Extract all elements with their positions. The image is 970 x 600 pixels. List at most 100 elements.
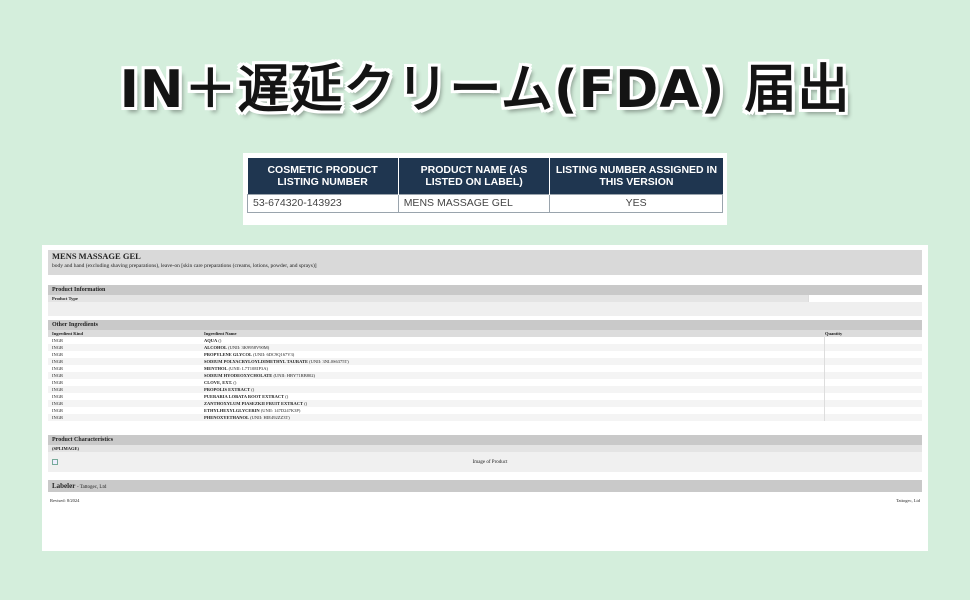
ingredient-name-text: CLOVE, EXT. bbox=[204, 380, 233, 385]
table-row: INGR PROPYLENE GLYCOL (UNII: 6DC9Q167V3) bbox=[48, 351, 922, 358]
table-row: INGR SODIUM POLYACRYLOYLDIMETHYL TAURATE … bbox=[48, 358, 922, 365]
column-kind: Ingredient Kind bbox=[52, 331, 84, 336]
ingredient-quantity bbox=[824, 337, 922, 344]
ingredient-kind: INGR bbox=[52, 401, 63, 406]
table-row: INGR MENTHOL (UNII: L7T10EIP3A) bbox=[48, 365, 922, 372]
ingredient-name-text: SODIUM HYODEOXYCHOLATE bbox=[204, 373, 273, 378]
ingredient-name: CLOVE, EXT. () bbox=[204, 379, 824, 386]
ingredient-kind: INGR bbox=[52, 394, 63, 399]
ingredient-name: AQUA () bbox=[204, 337, 824, 344]
listing-table: COSMETIC PRODUCT LISTING NUMBER PRODUCT … bbox=[247, 158, 723, 213]
table-row: INGR PROPOLIS EXTRACT () bbox=[48, 386, 922, 393]
table-row: INGR PHENOXYETHANOL (UNII: HIE492ZZ3T) bbox=[48, 414, 922, 421]
ingredient-name: PUERARIA LOBATA ROOT EXTRACT () bbox=[204, 393, 824, 400]
ingredient-kind: INGR bbox=[52, 408, 63, 413]
ingredient-quantity bbox=[824, 393, 922, 400]
ingredient-name: ZANTHOXYLUM PIASEZKII FRUIT EXTRACT () bbox=[204, 400, 824, 407]
document-subtitle: body and hand (excluding shaving prepara… bbox=[52, 263, 317, 269]
characteristics-heading: Product Characteristics bbox=[48, 435, 922, 445]
page-headline: IN＋遅延クリーム(FDA) 届出 bbox=[119, 60, 851, 120]
column-name: Ingredient Name bbox=[204, 331, 237, 336]
table-row: INGR AQUA () bbox=[48, 337, 922, 344]
table-row: INGR ALCOHOL (UNII: 3K9958V90M) bbox=[48, 344, 922, 351]
document-header: MENS MASSAGE GEL body and hand (excludin… bbox=[48, 250, 922, 275]
ingredient-unii: (UNII: 147D247K3P) bbox=[260, 408, 301, 413]
splimage-label: (SPLIMAGE) bbox=[48, 445, 922, 452]
ingredient-unii: () bbox=[251, 387, 255, 392]
table-row: INGR PUERARIA LOBATA ROOT EXTRACT () bbox=[48, 393, 922, 400]
ingredient-name-text: PROPOLIS EXTRACT bbox=[204, 387, 251, 392]
ingredient-kind: INGR bbox=[52, 352, 63, 357]
ingredient-name: MENTHOL (UNII: L7T10EIP3A) bbox=[204, 365, 824, 372]
ingredient-name-text: SODIUM POLYACRYLOYLDIMETHYL TAURATE bbox=[204, 359, 309, 364]
product-name-cell: MENS MASSAGE GEL bbox=[397, 193, 551, 213]
ingredient-unii: (UNII: 6DC9Q167V3) bbox=[253, 352, 295, 357]
ingredient-unii: () bbox=[304, 401, 308, 406]
document-title: MENS MASSAGE GEL bbox=[52, 251, 141, 261]
product-info-heading: Product Information bbox=[48, 285, 922, 295]
ingredient-kind: INGR bbox=[52, 380, 63, 385]
ingredient-name-text: MENTHOL bbox=[204, 366, 228, 371]
ingredient-unii: (UNII: L7T10EIP3A) bbox=[228, 366, 269, 371]
product-info-section: Product Information Product Type bbox=[48, 285, 922, 316]
ingredient-name-text: ALCOHOL bbox=[204, 345, 228, 350]
table-row: INGR ZANTHOXYLUM PIASEZKII FRUIT EXTRACT … bbox=[48, 400, 922, 407]
ingredient-unii: () bbox=[233, 380, 237, 385]
ingredient-quantity bbox=[824, 365, 922, 372]
table-row: INGR SODIUM HYODEOXYCHOLATE (UNII: HBY71R… bbox=[48, 372, 922, 379]
ingredient-unii: (UNII: HBY71RB802) bbox=[273, 373, 316, 378]
ingredient-kind: INGR bbox=[52, 373, 63, 378]
ingredient-name: PHENOXYETHANOL (UNII: HIE492ZZ3T) bbox=[204, 414, 824, 421]
ingredient-quantity bbox=[824, 400, 922, 407]
ingredient-quantity bbox=[824, 358, 922, 365]
ingredient-kind: INGR bbox=[52, 338, 63, 343]
ingredient-kind: INGR bbox=[52, 345, 63, 350]
other-ingredients-heading: Other Ingredients bbox=[48, 320, 922, 330]
ingredient-quantity bbox=[824, 344, 922, 351]
label-document: MENS MASSAGE GEL body and hand (excludin… bbox=[42, 245, 928, 551]
ingredient-quantity bbox=[824, 372, 922, 379]
ingredient-quantity bbox=[824, 407, 922, 414]
ingredient-name: PROPYLENE GLYCOL (UNII: 6DC9Q167V3) bbox=[204, 351, 824, 358]
ingredient-name-text: ETHYLHEXYLGLYCERIN bbox=[204, 408, 260, 413]
ingredient-name-text: AQUA bbox=[204, 338, 218, 343]
product-type-value bbox=[808, 295, 922, 302]
table-row: INGR CLOVE, EXT. () bbox=[48, 379, 922, 386]
ingredient-name: ETHYLHEXYLGLYCERIN (UNII: 147D247K3P) bbox=[204, 407, 824, 414]
ingredient-unii: (UNII: 3K9958V90M) bbox=[228, 345, 270, 350]
ingredients-list: INGR AQUA () INGR ALCOHOL (UNII: 3K9958V90M… bbox=[48, 337, 922, 421]
column-quantity: Quantity bbox=[824, 330, 922, 337]
ingredient-name-text: PROPYLENE GLYCOL bbox=[204, 352, 252, 357]
ingredient-quantity bbox=[824, 379, 922, 386]
ingredient-name-text: PHENOXYETHANOL bbox=[204, 415, 250, 420]
labeler-label: Labeler bbox=[52, 482, 76, 490]
document-footer: Revised: 8/2024 Tattogec, Ltd bbox=[48, 498, 922, 503]
ingredient-unii: (UNII: 3NL0S6375T) bbox=[309, 359, 349, 364]
footer-company: Tattogec, Ltd bbox=[896, 498, 920, 503]
ingredient-name: PROPOLIS EXTRACT () bbox=[204, 386, 824, 393]
listing-header-number: COSMETIC PRODUCT LISTING NUMBER bbox=[247, 158, 399, 194]
labeler-bar: Labeler - Tattogec, Ltd bbox=[48, 480, 922, 492]
ingredient-quantity bbox=[824, 386, 922, 393]
ingredient-name: SODIUM HYODEOXYCHOLATE (UNII: HBY71RB802… bbox=[204, 372, 824, 379]
listing-header-name: PRODUCT NAME (AS LISTED ON LABEL) bbox=[398, 158, 551, 194]
ingredient-name: ALCOHOL (UNII: 3K9958V90M) bbox=[204, 344, 824, 351]
product-image-row: Image of Product bbox=[48, 452, 922, 472]
ingredient-name-text: ZANTHOXYLUM PIASEZKII FRUIT EXTRACT bbox=[204, 401, 304, 406]
table-row: 53-674320-143923 MENS MASSAGE GEL YES bbox=[247, 193, 723, 213]
product-type-label: Product Type bbox=[48, 295, 808, 302]
ingredient-unii: () bbox=[285, 394, 289, 399]
assigned-cell: YES bbox=[549, 193, 723, 213]
ingredients-column-header: Ingredient Kind Ingredient Name Quantity bbox=[48, 330, 922, 337]
labeler-value: - Tattogec, Ltd bbox=[76, 485, 107, 490]
ingredient-kind: INGR bbox=[52, 366, 63, 371]
ingredient-name: SODIUM POLYACRYLOYLDIMETHYL TAURATE (UNI… bbox=[204, 358, 824, 365]
characteristics-section: Product Characteristics (SPLIMAGE) Image… bbox=[48, 435, 922, 472]
ingredient-name-text: PUERARIA LOBATA ROOT EXTRACT bbox=[204, 394, 285, 399]
listing-card: COSMETIC PRODUCT LISTING NUMBER PRODUCT … bbox=[243, 153, 727, 225]
table-row: INGR ETHYLHEXYLGLYCERIN (UNII: 147D247K3P… bbox=[48, 407, 922, 414]
ingredient-unii: () bbox=[218, 338, 222, 343]
ingredient-kind: INGR bbox=[52, 387, 63, 392]
ingredient-quantity bbox=[824, 351, 922, 358]
revised-date: Revised: 8/2024 bbox=[50, 498, 80, 503]
